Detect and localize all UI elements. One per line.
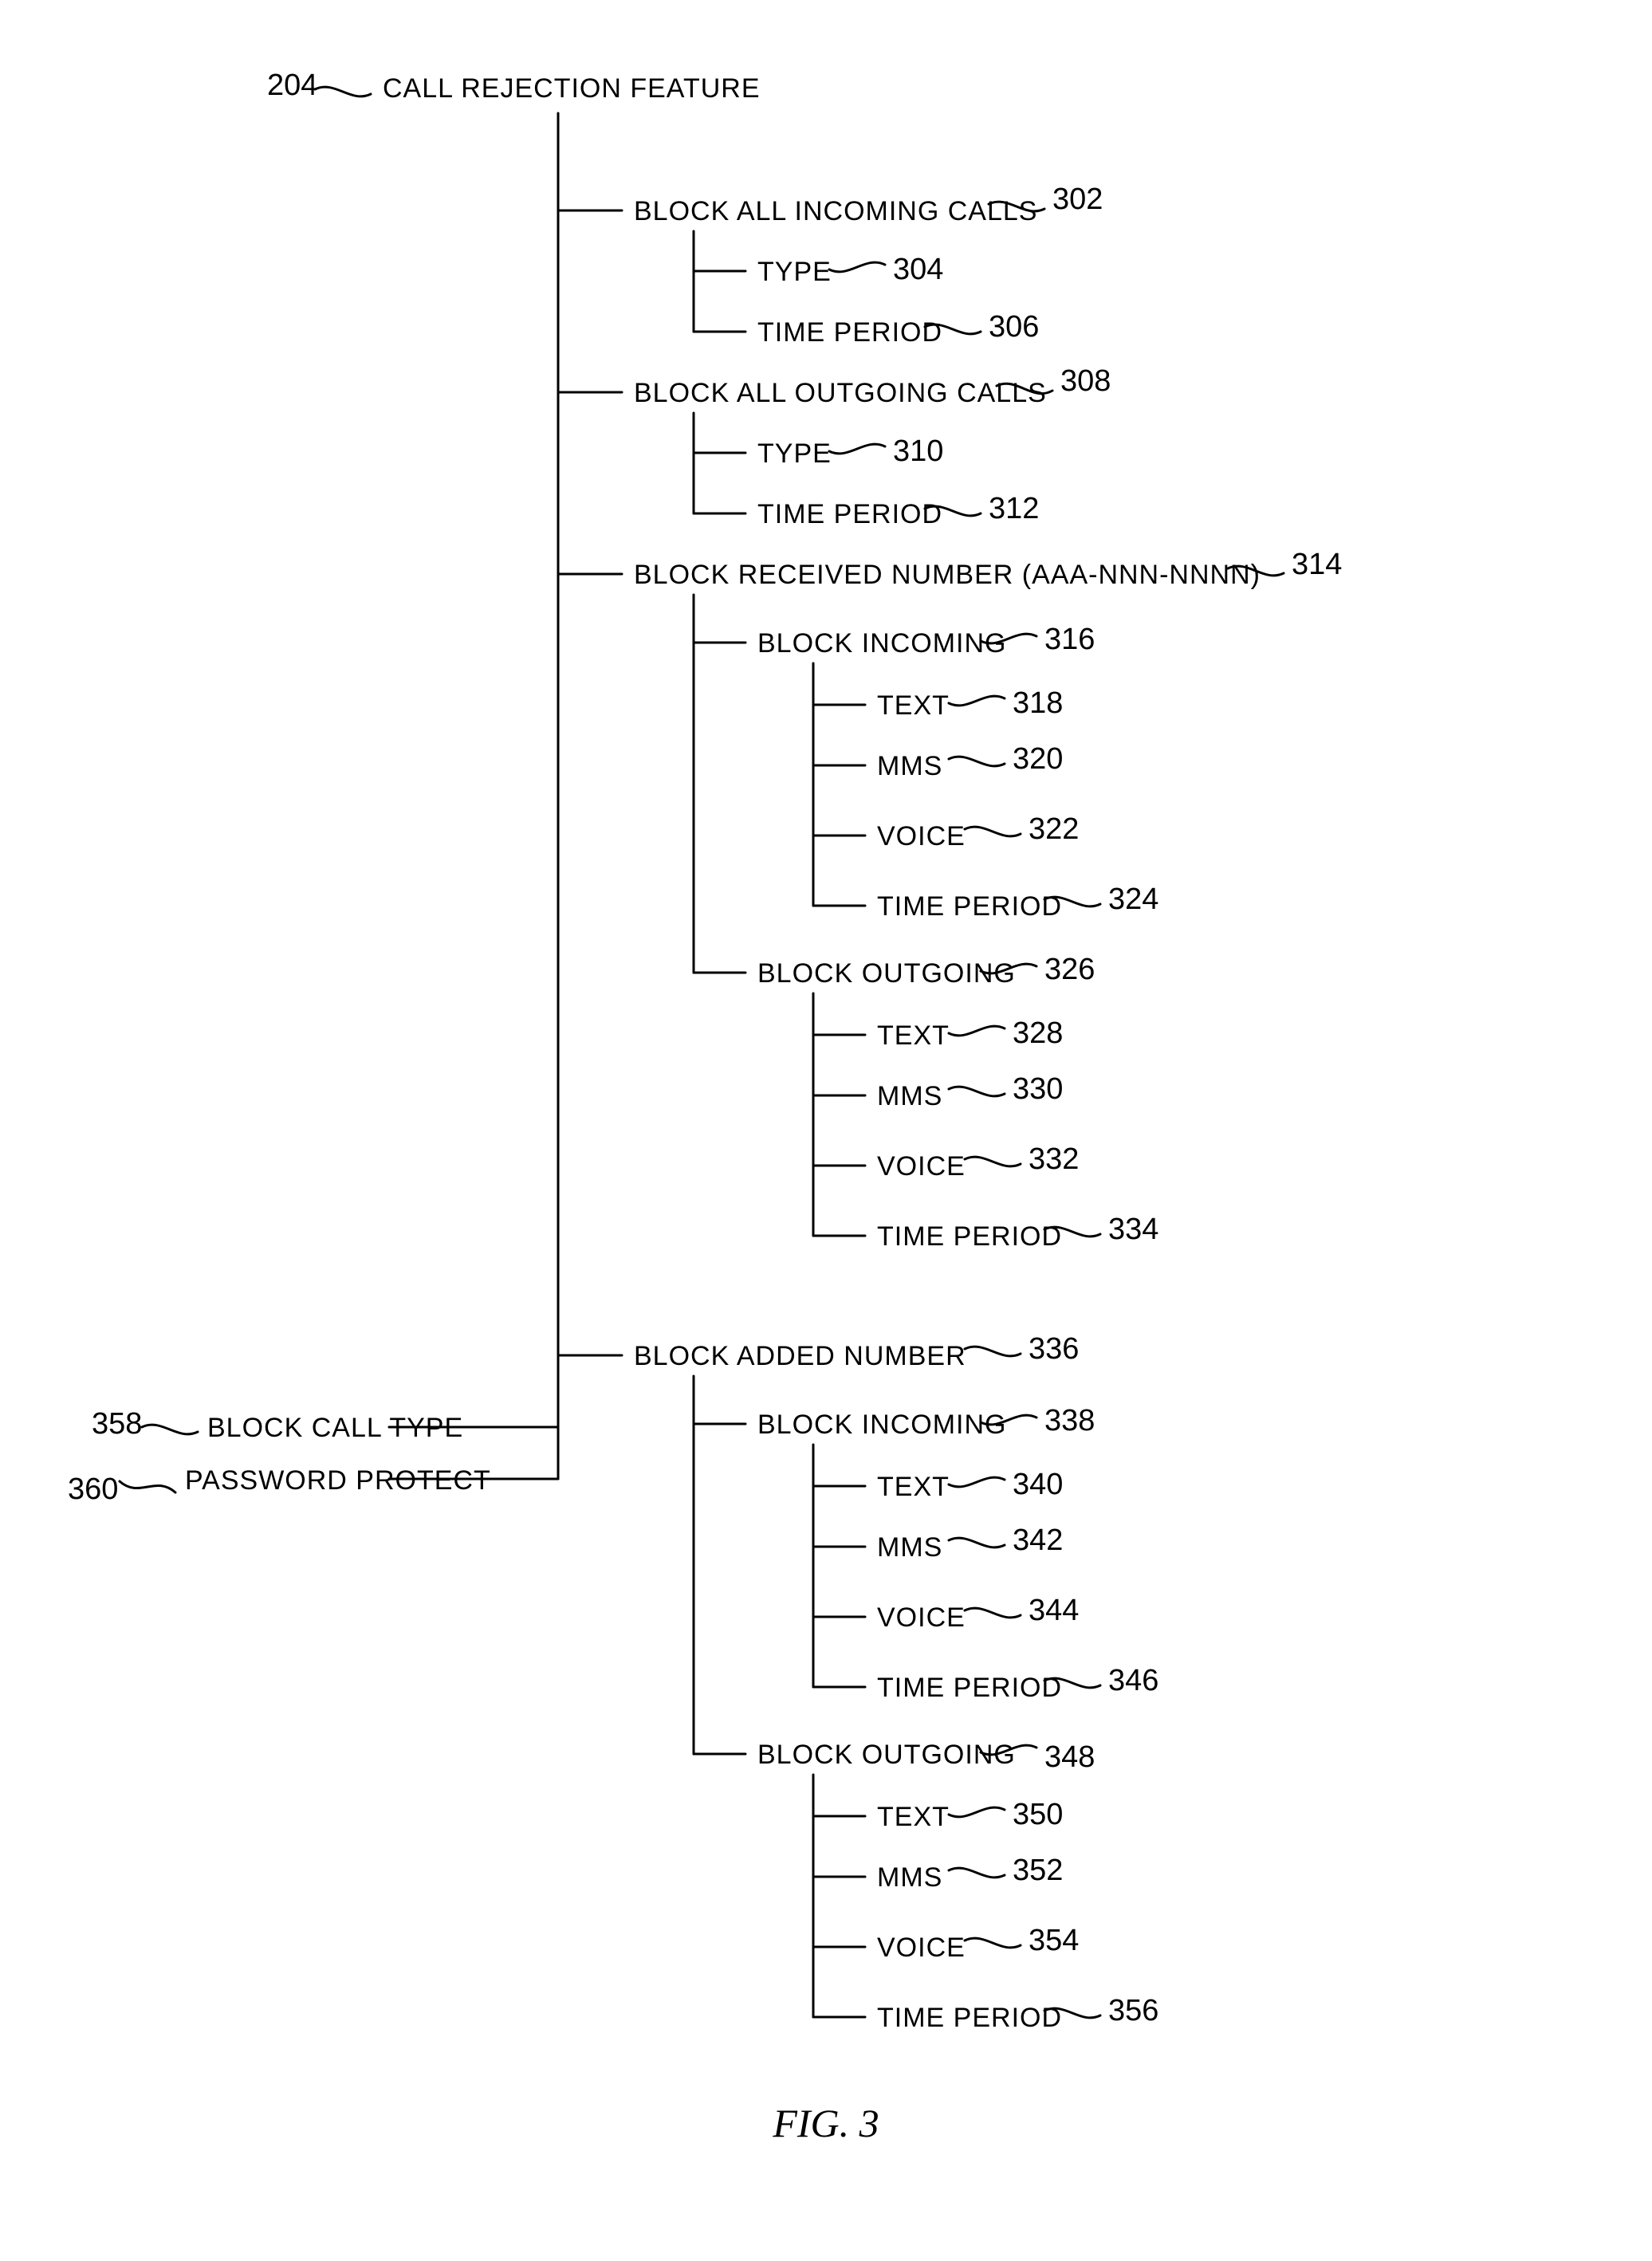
label-328: TEXT xyxy=(877,1020,950,1051)
leader-332 xyxy=(965,1157,1021,1166)
leader-320 xyxy=(949,757,1005,766)
label-330: MMS xyxy=(877,1081,942,1111)
ref-314: 314 xyxy=(1292,548,1342,581)
leader-340 xyxy=(949,1477,1005,1487)
ref-334: 334 xyxy=(1108,1213,1158,1246)
ref-302: 302 xyxy=(1052,183,1103,216)
ref-338: 338 xyxy=(1044,1404,1095,1437)
ref-354: 354 xyxy=(1029,1924,1079,1957)
ref-322: 322 xyxy=(1029,812,1079,846)
ref-360: 360 xyxy=(68,1473,118,1506)
leader-350 xyxy=(949,1807,1005,1817)
label-312: TIME PERIOD xyxy=(757,499,942,529)
ref-346: 346 xyxy=(1108,1664,1158,1697)
figure-label: FIG. 3 xyxy=(772,2101,879,2145)
label-360: PASSWORD PROTECT xyxy=(185,1465,491,1496)
ref-340: 340 xyxy=(1013,1468,1063,1501)
leader-310 xyxy=(829,444,885,454)
ref-344: 344 xyxy=(1029,1594,1079,1627)
ref-306: 306 xyxy=(989,310,1039,344)
ref-312: 312 xyxy=(989,492,1039,525)
label-342: MMS xyxy=(877,1532,942,1563)
ref-308: 308 xyxy=(1060,364,1111,398)
label-302: BLOCK ALL INCOMING CALLS xyxy=(634,196,1037,226)
ref-342: 342 xyxy=(1013,1524,1063,1557)
label-316: BLOCK INCOMING xyxy=(757,628,1006,659)
ref-348: 348 xyxy=(1044,1740,1095,1774)
label-304: TYPE xyxy=(757,257,832,287)
label-322: VOICE xyxy=(877,821,966,851)
root-label: CALL REJECTION FEATURE xyxy=(383,73,761,104)
ref-330: 330 xyxy=(1013,1072,1063,1106)
ref-328: 328 xyxy=(1013,1016,1063,1050)
label-358: BLOCK CALL TYPE xyxy=(207,1413,463,1443)
label-350: TEXT xyxy=(877,1802,950,1832)
leader-352 xyxy=(949,1868,1005,1878)
leader-354 xyxy=(965,1938,1021,1948)
label-338: BLOCK INCOMING xyxy=(757,1410,1006,1440)
leader-336 xyxy=(965,1347,1021,1356)
ref-336: 336 xyxy=(1029,1332,1079,1366)
label-332: VOICE xyxy=(877,1151,966,1182)
leader-304 xyxy=(829,262,885,272)
label-320: MMS xyxy=(877,751,942,781)
diagram-canvas: 204 CALL REJECTION FEATURE 358 BLOCK CAL… xyxy=(0,0,1652,2257)
ref-204: 204 xyxy=(267,69,317,102)
ref-326: 326 xyxy=(1044,953,1095,986)
label-352: MMS xyxy=(877,1862,942,1893)
leader-344 xyxy=(965,1608,1021,1618)
leader-360 xyxy=(120,1481,175,1492)
label-318: TEXT xyxy=(877,690,950,721)
ref-318: 318 xyxy=(1013,686,1063,720)
label-348: BLOCK OUTGOING xyxy=(757,1740,1016,1770)
leader-204 xyxy=(315,87,371,96)
label-310: TYPE xyxy=(757,438,832,469)
label-340: TEXT xyxy=(877,1472,950,1502)
label-336: BLOCK ADDED NUMBER xyxy=(634,1341,966,1371)
label-308: BLOCK ALL OUTGOING CALLS xyxy=(634,378,1047,408)
ref-324: 324 xyxy=(1108,883,1158,916)
label-354: VOICE xyxy=(877,1933,966,1963)
leader-322 xyxy=(965,827,1021,836)
label-346: TIME PERIOD xyxy=(877,1673,1062,1703)
ref-310: 310 xyxy=(893,435,943,468)
label-306: TIME PERIOD xyxy=(757,317,942,348)
ref-304: 304 xyxy=(893,253,943,286)
label-324: TIME PERIOD xyxy=(877,891,1062,922)
ref-352: 352 xyxy=(1013,1854,1063,1887)
ref-350: 350 xyxy=(1013,1798,1063,1831)
leader-342 xyxy=(949,1538,1005,1547)
ref-332: 332 xyxy=(1029,1142,1079,1176)
ref-316: 316 xyxy=(1044,623,1095,656)
leader-330 xyxy=(949,1087,1005,1096)
label-314: BLOCK RECEIVED NUMBER (AAA-NNN-NNNN) xyxy=(634,560,1261,590)
ref-320: 320 xyxy=(1013,742,1063,776)
leader-318 xyxy=(949,696,1005,706)
ref-356: 356 xyxy=(1108,1994,1158,2027)
label-326: BLOCK OUTGOING xyxy=(757,958,1016,989)
label-334: TIME PERIOD xyxy=(877,1221,1062,1252)
label-344: VOICE xyxy=(877,1602,966,1633)
leader-328 xyxy=(949,1026,1005,1036)
ref-358: 358 xyxy=(92,1407,142,1441)
leader-358 xyxy=(142,1425,198,1434)
label-356: TIME PERIOD xyxy=(877,2003,1062,2033)
